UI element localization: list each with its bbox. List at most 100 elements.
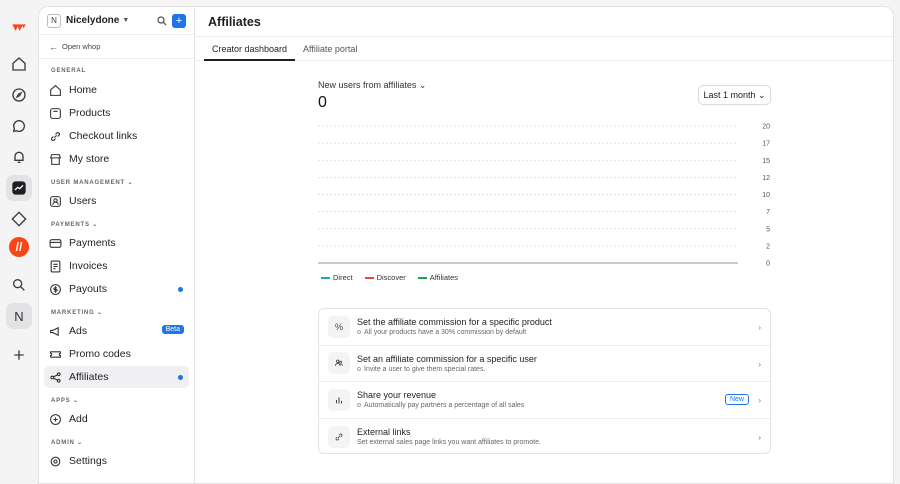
section-payments[interactable]: PAYMENTS ⌄ bbox=[39, 221, 194, 229]
sidebar-item-label: Payments bbox=[69, 237, 116, 249]
ticket-icon bbox=[50, 350, 61, 358]
y-tick-label: 0 bbox=[766, 261, 770, 268]
home-icon[interactable] bbox=[6, 51, 32, 77]
sidebar-item-invoices[interactable]: Invoices bbox=[44, 255, 189, 277]
search-icon[interactable] bbox=[6, 272, 32, 298]
tab-bar: Creator dashboard Affiliate portal bbox=[195, 37, 893, 61]
users-icon bbox=[328, 352, 350, 375]
y-tick-label: 17 bbox=[762, 141, 770, 148]
sidebar-item-ads[interactable]: Ads Beta bbox=[44, 320, 189, 342]
tag-icon[interactable] bbox=[6, 206, 32, 232]
chevron-down-icon: ⌄ bbox=[418, 80, 427, 90]
sidebar-item-add[interactable]: Add bbox=[44, 408, 189, 430]
metric-label: New users from affiliates bbox=[318, 80, 417, 90]
sidebar-item-my-store[interactable]: My store bbox=[44, 148, 189, 170]
bell-icon[interactable] bbox=[6, 144, 32, 170]
sidebar-item-products[interactable]: Products bbox=[44, 102, 189, 124]
y-tick-label: 7 bbox=[766, 209, 770, 216]
sidebar-item-affiliates[interactable]: Affiliates bbox=[44, 366, 189, 388]
percent-icon: % bbox=[328, 315, 350, 338]
sidebar-item-label: Ads bbox=[69, 325, 88, 337]
sidebar-item-label: Checkout links bbox=[69, 130, 138, 142]
users-icon bbox=[50, 195, 61, 207]
metric-value: 0 bbox=[318, 94, 327, 111]
open-whop-label: Open whop bbox=[62, 42, 101, 51]
compass-icon[interactable] bbox=[6, 82, 32, 108]
sidebar-item-label: Payouts bbox=[69, 283, 107, 295]
section-apps[interactable]: APPS ⌄ bbox=[39, 397, 194, 405]
add-workspace-icon[interactable] bbox=[6, 342, 32, 368]
create-button[interactable]: + bbox=[172, 13, 186, 28]
sidebar-item-label: My store bbox=[69, 153, 110, 165]
legend-item-affiliates: Affiliates bbox=[417, 273, 458, 282]
beta-badge: Beta bbox=[161, 325, 184, 334]
chevron-right-icon: › bbox=[758, 323, 761, 332]
section-user-management[interactable]: USER MANAGEMENT ⌄ bbox=[39, 179, 194, 187]
card-subtitle: Set external sales page links you want a… bbox=[357, 439, 541, 447]
date-range-label: Last 1 month bbox=[703, 90, 756, 100]
page-title: Affiliates bbox=[195, 7, 893, 37]
sidebar-item-label: Add bbox=[69, 413, 88, 425]
sidebar: N Nicelydone ▼ + ← Open whop GENERAL Hom… bbox=[38, 6, 194, 484]
workspace-badge: N bbox=[47, 13, 61, 28]
metric-selector[interactable]: New users from affiliates ⌄ bbox=[318, 80, 426, 91]
sidebar-item-label: Invoices bbox=[69, 260, 108, 272]
whop-logo-icon[interactable] bbox=[6, 14, 32, 40]
sidebar-item-promo-codes[interactable]: Promo codes bbox=[44, 343, 189, 365]
card-user-commission[interactable]: Set an affiliate commission for a specif… bbox=[319, 346, 770, 382]
chevron-right-icon: › bbox=[758, 396, 761, 405]
card-product-commission[interactable]: % Set the affiliate commission for a spe… bbox=[319, 309, 770, 346]
section-marketing[interactable]: MARKETING ⌄ bbox=[39, 309, 194, 317]
plus-circle-icon bbox=[50, 413, 61, 425]
chevron-right-icon: › bbox=[758, 432, 761, 442]
y-tick-label: 12 bbox=[762, 175, 770, 182]
sidebar-item-label: Home bbox=[69, 84, 98, 96]
section-admin[interactable]: ADMIN ⌄ bbox=[39, 439, 194, 447]
dashboard-icon[interactable] bbox=[6, 175, 32, 201]
setup-card-list: % Set the affiliate commission for a spe… bbox=[318, 308, 771, 454]
y-tick-label: 20 bbox=[762, 124, 770, 131]
card-title: External links bbox=[357, 427, 411, 438]
card-share-revenue[interactable]: Share your revenue Automatically pay par… bbox=[319, 382, 770, 419]
sidebar-item-home[interactable]: Home bbox=[44, 79, 189, 101]
tab-affiliate-portal[interactable]: Affiliate portal bbox=[295, 37, 365, 60]
app-rail: // N bbox=[0, 0, 38, 484]
chevron-right-icon: › bbox=[758, 359, 761, 369]
card-external-links[interactable]: External links Set external sales page l… bbox=[319, 419, 770, 456]
y-tick-label: 10 bbox=[762, 192, 770, 199]
gear-icon bbox=[50, 456, 61, 466]
tab-creator-dashboard[interactable]: Creator dashboard bbox=[204, 37, 296, 61]
chevron-down-icon: ⌄ bbox=[755, 89, 766, 100]
y-tick-label: 5 bbox=[766, 226, 770, 233]
sidebar-item-settings[interactable]: Settings bbox=[44, 450, 189, 472]
home-icon bbox=[50, 84, 61, 96]
sidebar-item-users[interactable]: Users bbox=[44, 190, 189, 212]
new-badge: New bbox=[724, 394, 749, 405]
affiliate-users-chart: 20171512107520 bbox=[318, 124, 770, 268]
app-logo-icon[interactable]: // bbox=[9, 237, 29, 257]
bar-chart-icon bbox=[328, 388, 350, 411]
sidebar-item-label: Users bbox=[69, 195, 97, 207]
legend-swatch bbox=[321, 276, 330, 279]
legend-item-discover: Discover bbox=[364, 273, 406, 282]
sidebar-item-label: Affiliates bbox=[69, 371, 109, 383]
y-tick-label: 2 bbox=[766, 243, 770, 250]
date-range-select[interactable]: Last 1 month ⌄ bbox=[698, 85, 771, 105]
workspace-avatar[interactable]: N bbox=[6, 303, 32, 329]
card-subtitle: Automatically pay partners a percentage … bbox=[357, 402, 524, 409]
chart-legend: Direct Discover Affiliates bbox=[321, 273, 470, 282]
legend-item-direct: Direct bbox=[321, 273, 353, 282]
sidebar-item-payouts[interactable]: Payouts bbox=[44, 278, 189, 300]
open-whop-link[interactable]: ← Open whop bbox=[39, 35, 194, 59]
workspace-switcher[interactable]: N Nicelydone ▼ + bbox=[39, 7, 194, 35]
y-tick-label: 15 bbox=[762, 158, 770, 165]
chevron-down-icon: ▼ bbox=[122, 17, 130, 24]
megaphone-icon bbox=[50, 326, 59, 336]
invoice-icon bbox=[50, 260, 61, 272]
section-general: GENERAL bbox=[51, 68, 86, 74]
chat-icon[interactable] bbox=[6, 113, 32, 139]
sidebar-item-payments[interactable]: Payments bbox=[44, 232, 189, 254]
search-icon[interactable] bbox=[156, 15, 168, 27]
sidebar-item-checkout-links[interactable]: Checkout links bbox=[44, 125, 189, 147]
main-panel: Affiliates Creator dashboard Affiliate p… bbox=[194, 6, 894, 484]
